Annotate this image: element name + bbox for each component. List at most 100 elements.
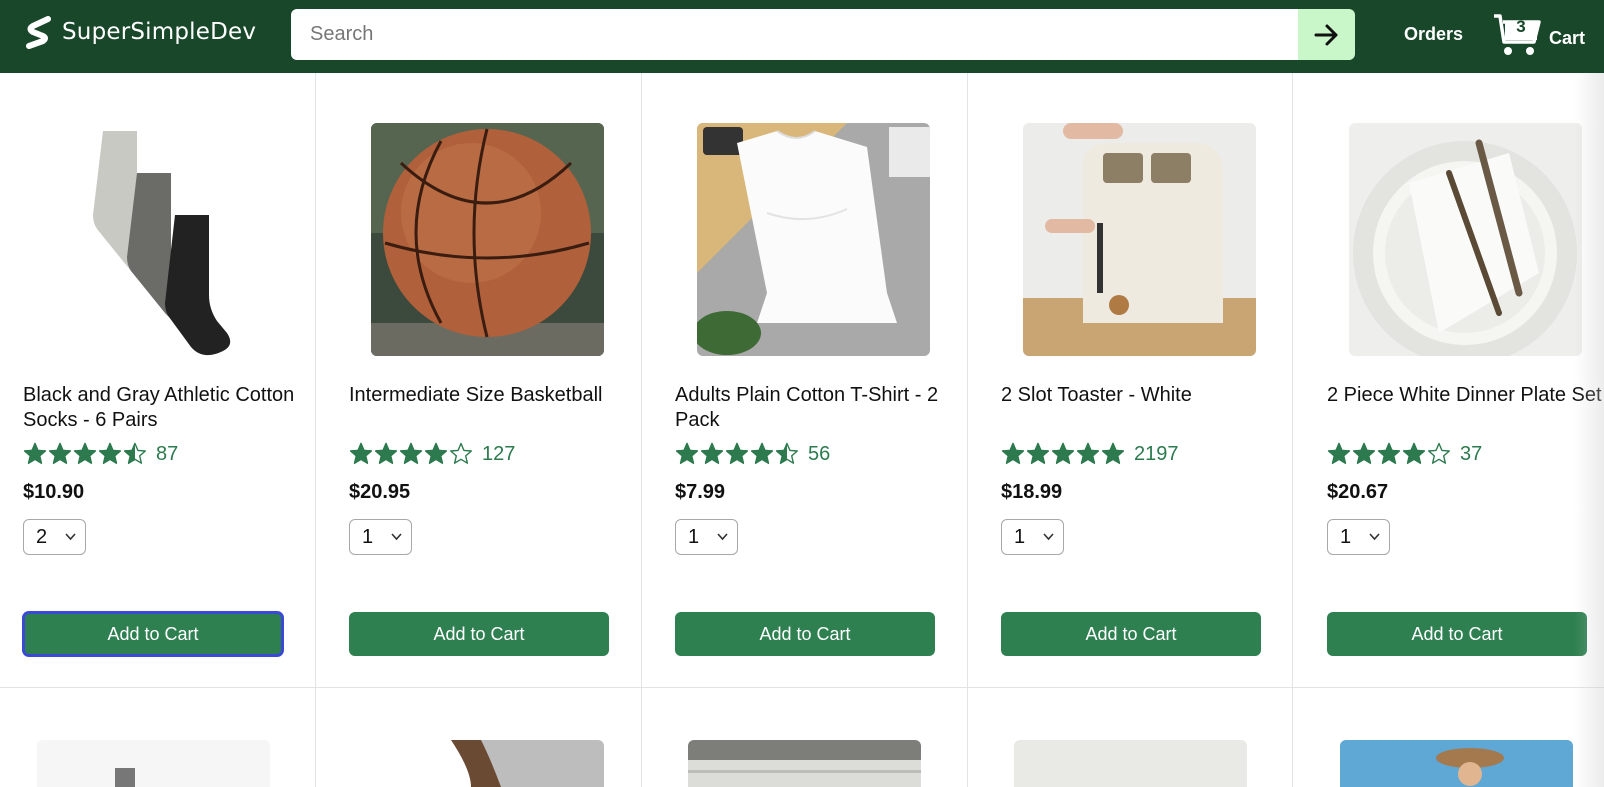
product-name: 2 Slot Toaster - White bbox=[1001, 384, 1192, 406]
product-image-plate-set bbox=[1349, 123, 1582, 356]
star-icon bbox=[1378, 442, 1400, 464]
product-rating: 127 bbox=[349, 442, 515, 466]
products-grid: Black and Gray Athletic Cotton Socks - 6… bbox=[0, 73, 1604, 787]
quantity-select[interactable]: 2 bbox=[23, 519, 86, 555]
search-button[interactable] bbox=[1298, 9, 1355, 60]
product-image-partial bbox=[37, 740, 270, 787]
star-icon bbox=[49, 442, 71, 464]
star-icon bbox=[776, 442, 798, 464]
star-icon bbox=[701, 442, 723, 464]
star-icon bbox=[74, 442, 96, 464]
product-name: Black and Gray Athletic Cotton Socks - 6… bbox=[23, 384, 295, 431]
product-image-partial bbox=[688, 740, 921, 787]
star-icon bbox=[1428, 442, 1450, 464]
product-rating: 2197 bbox=[1001, 442, 1179, 466]
chevron-down-icon bbox=[1043, 533, 1054, 541]
cart-quantity-badge: 3 bbox=[1516, 17, 1526, 36]
product-image-partial bbox=[1014, 740, 1247, 787]
quantity-value: 1 bbox=[1340, 525, 1352, 548]
product-rating: 87 bbox=[23, 442, 178, 466]
chevron-down-icon bbox=[1369, 533, 1380, 541]
top-header: SuperSimpleDev Orders 3 Cart bbox=[0, 0, 1604, 73]
star-icon bbox=[1102, 442, 1124, 464]
quantity-select[interactable]: 1 bbox=[1327, 519, 1390, 555]
product-rating: 37 bbox=[1327, 442, 1482, 466]
product-image-partial bbox=[1340, 740, 1573, 787]
product-price: $20.67 bbox=[1327, 481, 1389, 503]
quantity-value: 1 bbox=[688, 525, 700, 548]
supersimpledev-logo-icon bbox=[26, 16, 51, 49]
orders-link[interactable]: Orders bbox=[1404, 24, 1463, 45]
star-icon bbox=[1002, 442, 1024, 464]
scroll-edge-shadow bbox=[1574, 73, 1604, 787]
quantity-select[interactable]: 1 bbox=[675, 519, 738, 555]
brand-name: SuperSimpleDev bbox=[62, 19, 257, 45]
product-card: 2 Slot Toaster - White 2197 $18.99 1 Add… bbox=[978, 73, 1304, 687]
quantity-value: 1 bbox=[362, 525, 374, 548]
rating-stars bbox=[23, 442, 148, 466]
cart-label: Cart bbox=[1549, 27, 1586, 48]
rating-count[interactable]: 127 bbox=[482, 443, 515, 466]
add-to-cart-button[interactable]: Add to Cart bbox=[349, 612, 609, 656]
search-bar bbox=[291, 9, 1355, 60]
star-icon bbox=[400, 442, 422, 464]
add-to-cart-button[interactable]: Add to Cart bbox=[23, 612, 283, 656]
star-icon bbox=[1353, 442, 1375, 464]
add-to-cart-button[interactable]: Add to Cart bbox=[1327, 612, 1587, 656]
quantity-select[interactable]: 1 bbox=[1001, 519, 1064, 555]
product-image-basketball bbox=[371, 123, 604, 356]
chevron-down-icon bbox=[65, 533, 76, 541]
star-icon bbox=[99, 442, 121, 464]
product-price: $7.99 bbox=[675, 481, 726, 503]
search-input[interactable] bbox=[291, 9, 1298, 60]
star-icon bbox=[124, 442, 146, 464]
rating-stars bbox=[675, 442, 800, 466]
cart-icon: 3 bbox=[1492, 12, 1542, 58]
chevron-down-icon bbox=[717, 533, 728, 541]
star-icon bbox=[1403, 442, 1425, 464]
product-price: $20.95 bbox=[349, 481, 411, 503]
chevron-down-icon bbox=[391, 533, 402, 541]
rating-count[interactable]: 37 bbox=[1460, 443, 1482, 466]
product-card: Intermediate Size Basketball 127 $20.95 … bbox=[326, 73, 652, 687]
cart-link[interactable]: 3 Cart bbox=[1492, 12, 1585, 58]
product-image-toaster bbox=[1023, 123, 1256, 356]
star-icon bbox=[726, 442, 748, 464]
arrow-right-icon bbox=[1314, 24, 1337, 45]
star-icon bbox=[24, 442, 46, 464]
quantity-value: 2 bbox=[36, 525, 48, 548]
star-icon bbox=[676, 442, 698, 464]
product-card: Adults Plain Cotton T-Shirt - 2 Pack 56 … bbox=[652, 73, 978, 687]
quantity-select[interactable]: 1 bbox=[349, 519, 412, 555]
star-icon bbox=[450, 442, 472, 464]
star-icon bbox=[425, 442, 447, 464]
star-icon bbox=[1328, 442, 1350, 464]
product-image-socks bbox=[45, 123, 278, 356]
grid-divider bbox=[0, 687, 1604, 688]
rating-stars bbox=[1001, 442, 1126, 466]
product-rating: 56 bbox=[675, 442, 830, 466]
product-card: 2 Piece White Dinner Plate Set 37 $20.67… bbox=[1304, 73, 1604, 687]
star-icon bbox=[751, 442, 773, 464]
rating-count[interactable]: 2197 bbox=[1134, 443, 1179, 466]
star-icon bbox=[1077, 442, 1099, 464]
product-card: Black and Gray Athletic Cotton Socks - 6… bbox=[0, 73, 326, 687]
rating-stars bbox=[349, 442, 474, 466]
quantity-value: 1 bbox=[1014, 525, 1026, 548]
add-to-cart-button[interactable]: Add to Cart bbox=[675, 612, 935, 656]
brand-logo[interactable]: SuperSimpleDev bbox=[24, 15, 256, 49]
star-icon bbox=[350, 442, 372, 464]
star-icon bbox=[1027, 442, 1049, 464]
product-name: Adults Plain Cotton T-Shirt - 2 Pack bbox=[675, 384, 939, 431]
product-price: $18.99 bbox=[1001, 481, 1063, 503]
product-name: 2 Piece White Dinner Plate Set bbox=[1327, 384, 1602, 406]
product-image-partial bbox=[371, 740, 604, 787]
add-to-cart-button[interactable]: Add to Cart bbox=[1001, 612, 1261, 656]
rating-count[interactable]: 56 bbox=[808, 443, 830, 466]
product-image-tshirt bbox=[697, 123, 930, 356]
rating-stars bbox=[1327, 442, 1452, 466]
product-name: Intermediate Size Basketball bbox=[349, 384, 603, 406]
rating-count[interactable]: 87 bbox=[156, 443, 178, 466]
product-price: $10.90 bbox=[23, 481, 85, 503]
star-icon bbox=[375, 442, 397, 464]
